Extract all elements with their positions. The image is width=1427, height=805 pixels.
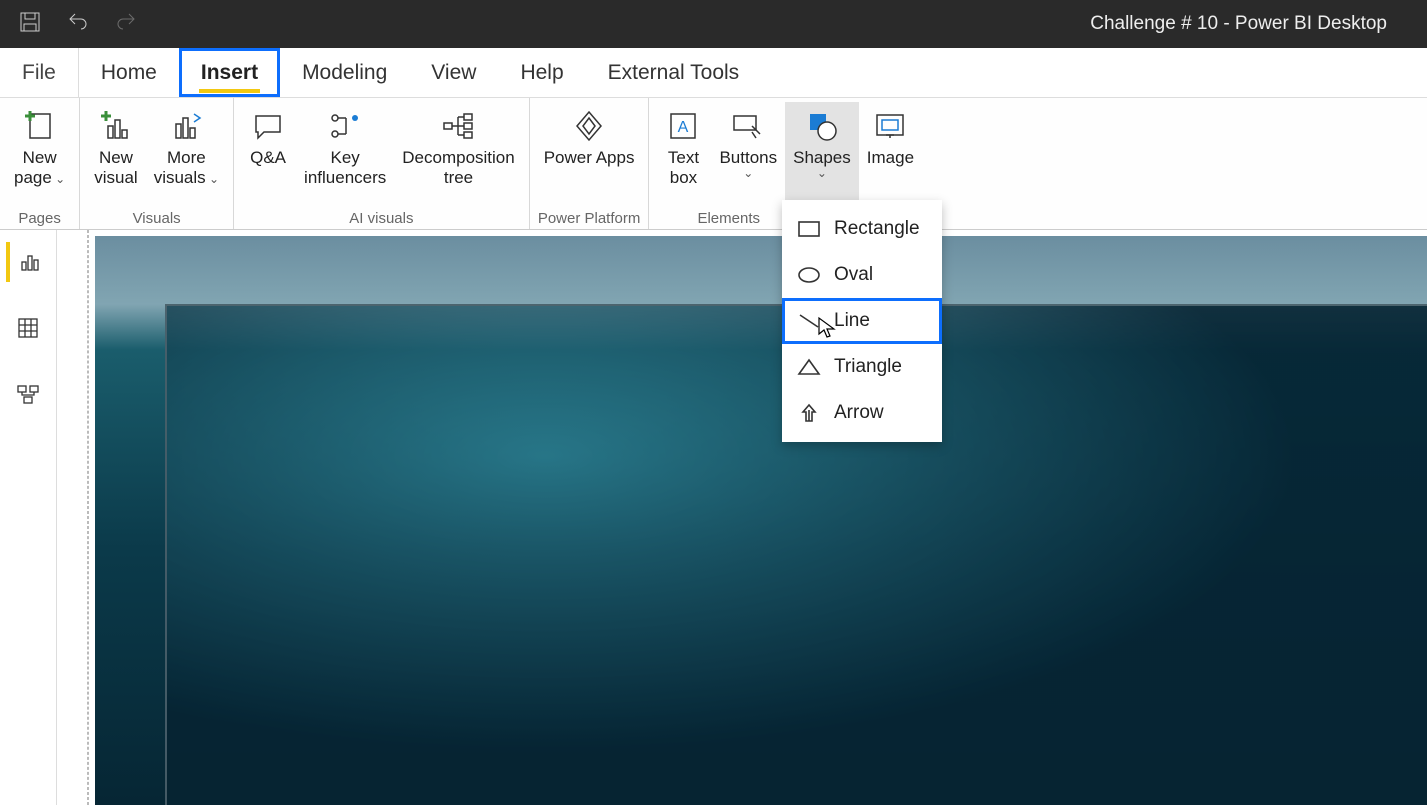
new-page-icon <box>22 106 58 146</box>
shapes-icon <box>804 106 840 146</box>
qna-icon <box>250 106 286 146</box>
key-influencers-button[interactable]: Key influencers <box>296 102 394 210</box>
group-power-platform: Power Apps Power Platform <box>530 98 650 229</box>
tab-help[interactable]: Help <box>498 48 585 97</box>
ribbon: New page ⌄ Pages New visual More visuals… <box>0 98 1427 230</box>
shape-arrow-label: Arrow <box>834 402 884 424</box>
new-visual-icon <box>98 106 134 146</box>
tab-home[interactable]: Home <box>79 48 179 97</box>
report-view-button[interactable] <box>6 242 46 282</box>
group-ai-visuals: Q&A Key influencers Decomposition tree A… <box>234 98 530 229</box>
image-icon <box>872 106 908 146</box>
page-gutter <box>87 230 89 805</box>
new-page-button[interactable]: New page ⌄ <box>6 102 73 210</box>
new-page-label: New page ⌄ <box>14 148 65 189</box>
more-visuals-button[interactable]: More visuals ⌄ <box>146 102 227 210</box>
buttons-button[interactable]: Buttons ⌄ <box>711 102 785 210</box>
rectangle-icon <box>796 216 822 242</box>
shape-rectangle-label: Rectangle <box>834 218 920 240</box>
decomposition-tree-label: Decomposition tree <box>402 148 514 189</box>
shape-oval[interactable]: Oval <box>782 252 942 298</box>
more-visuals-label: More visuals ⌄ <box>154 148 219 189</box>
save-icon[interactable] <box>18 10 42 39</box>
decomposition-tree-icon <box>440 106 476 146</box>
quick-access-toolbar <box>18 10 138 39</box>
workspace <box>0 230 1427 805</box>
text-box-icon: A <box>665 106 701 146</box>
qna-label: Q&A <box>250 148 286 168</box>
triangle-icon <box>796 354 822 380</box>
ribbon-tabs: File Home Insert Modeling View Help Exte… <box>0 48 1427 98</box>
shape-line[interactable]: Line <box>782 298 942 344</box>
shapes-label: Shapes <box>793 148 851 168</box>
new-visual-label: New visual <box>94 148 137 189</box>
shape-line-label: Line <box>834 310 870 332</box>
buttons-icon <box>730 106 766 146</box>
shape-triangle[interactable]: Triangle <box>782 344 942 390</box>
tab-modeling[interactable]: Modeling <box>280 48 409 97</box>
key-influencers-icon <box>327 106 363 146</box>
titlebar: Challenge # 10 - Power BI Desktop <box>0 0 1427 48</box>
key-influencers-label: Key influencers <box>304 148 386 189</box>
shape-triangle-label: Triangle <box>834 356 902 378</box>
group-visuals-label: Visuals <box>86 210 227 229</box>
tab-file[interactable]: File <box>0 48 79 97</box>
text-box-button[interactable]: A Text box <box>655 102 711 210</box>
shapes-dropdown: Rectangle Oval Line Triangle Arrow <box>782 200 942 442</box>
decomposition-tree-button[interactable]: Decomposition tree <box>394 102 522 210</box>
redo-icon[interactable] <box>114 10 138 39</box>
power-apps-icon <box>571 106 607 146</box>
page-area <box>57 230 1427 805</box>
undo-icon[interactable] <box>66 10 90 39</box>
new-visual-button[interactable]: New visual <box>86 102 145 210</box>
svg-text:A: A <box>678 119 689 136</box>
tab-view[interactable]: View <box>409 48 498 97</box>
more-visuals-icon <box>168 106 204 146</box>
data-view-button[interactable] <box>8 308 48 348</box>
power-apps-button[interactable]: Power Apps <box>536 102 643 210</box>
tab-external-tools[interactable]: External Tools <box>586 48 762 97</box>
buttons-chevron-icon: ⌄ <box>743 166 753 180</box>
shapes-chevron-icon: ⌄ <box>817 166 827 180</box>
group-pages-label: Pages <box>6 210 73 229</box>
power-apps-label: Power Apps <box>544 148 635 168</box>
image-label: Image <box>867 148 914 168</box>
viewbar <box>0 230 57 805</box>
text-box-label: Text box <box>668 148 699 189</box>
shape-arrow[interactable]: Arrow <box>782 390 942 436</box>
oval-icon <box>796 262 822 288</box>
model-view-button[interactable] <box>8 374 48 414</box>
buttons-label: Buttons <box>719 148 777 168</box>
image-button[interactable]: Image <box>859 102 922 210</box>
shape-rectangle[interactable]: Rectangle <box>782 206 942 252</box>
app-title: Challenge # 10 - Power BI Desktop <box>1090 13 1427 35</box>
shapes-button[interactable]: Shapes ⌄ <box>785 102 859 210</box>
shape-oval-label: Oval <box>834 264 873 286</box>
arrow-icon <box>796 400 822 426</box>
qna-button[interactable]: Q&A <box>240 102 296 210</box>
group-power-platform-label: Power Platform <box>536 210 643 229</box>
tab-insert[interactable]: Insert <box>179 48 280 97</box>
report-canvas[interactable] <box>95 236 1427 805</box>
group-ai-visuals-label: AI visuals <box>240 210 523 229</box>
group-visuals: New visual More visuals ⌄ Visuals <box>80 98 234 229</box>
group-pages: New page ⌄ Pages <box>0 98 80 229</box>
line-icon <box>796 308 822 334</box>
